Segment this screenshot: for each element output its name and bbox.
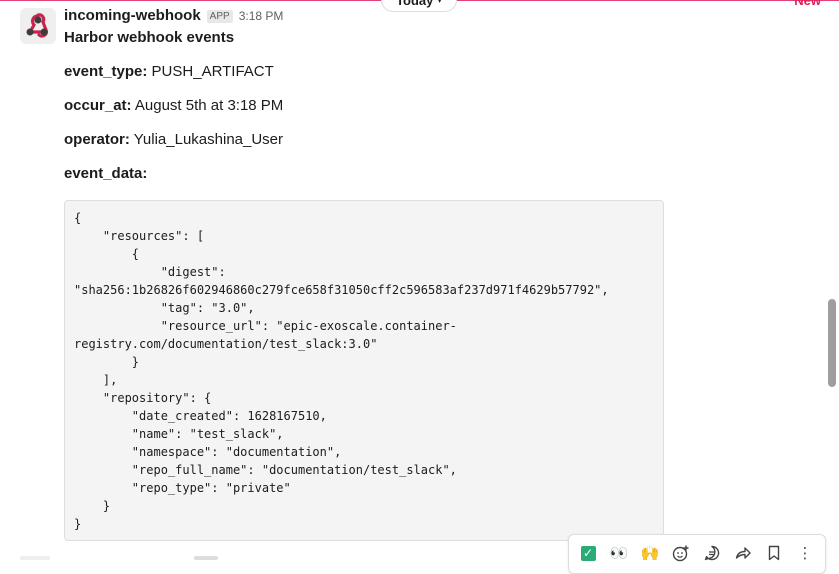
field-event-type: event_type: PUSH_ARTIFACT <box>64 63 274 80</box>
save-message-button[interactable] <box>761 543 787 563</box>
new-messages-label: New <box>794 0 821 8</box>
share-message-button[interactable] <box>730 543 756 563</box>
app-badge: APP <box>206 10 233 23</box>
sender-name[interactable]: incoming-webhook <box>64 7 201 24</box>
react-raised-hands-button[interactable]: 🙌 <box>637 543 663 563</box>
more-vertical-icon: ⋮ <box>797 545 813 562</box>
share-icon <box>735 547 751 559</box>
date-divider-label: Today <box>396 0 434 8</box>
eyes-icon: 👀 <box>609 545 629 562</box>
field-key: event_data: <box>64 165 148 182</box>
field-key: event_type: <box>64 63 148 80</box>
react-check-button[interactable]: ✓ <box>575 543 601 563</box>
field-key: occur_at: <box>64 97 132 114</box>
add-reaction-button[interactable] <box>668 543 694 563</box>
message-timestamp[interactable]: 3:18 PM <box>239 9 284 23</box>
next-message-badge <box>194 556 218 560</box>
message-actions-toolbar: ✓ 👀 🙌 ⋮ <box>568 534 826 574</box>
raised-hands-icon: 🙌 <box>640 545 660 562</box>
next-message-avatar <box>20 556 50 560</box>
reply-thread-icon <box>704 545 720 561</box>
check-icon: ✓ <box>580 545 596 561</box>
avatar[interactable] <box>20 8 56 44</box>
field-value: August 5th at 3:18 PM <box>134 97 284 114</box>
code-block: { "resources": [ { "digest": "sha256:1b2… <box>64 200 664 541</box>
webhook-icon <box>26 13 49 38</box>
scrollbar-thumb[interactable] <box>828 299 836 387</box>
field-occur-at: occur_at: August 5th at 3:18 PM <box>64 97 283 114</box>
chevron-down-icon: ▾ <box>437 0 442 5</box>
reply-thread-button[interactable] <box>699 543 725 563</box>
bookmark-icon <box>768 545 780 561</box>
field-value: Yulia_Lukashina_User <box>133 131 284 148</box>
field-event-data: event_data: <box>64 165 147 182</box>
react-eyes-button[interactable]: 👀 <box>606 543 632 563</box>
field-key: operator: <box>64 131 130 148</box>
field-operator: operator: Yulia_Lukashina_User <box>64 131 283 148</box>
date-divider-button[interactable]: Today ▾ <box>381 0 457 12</box>
message-title: Harbor webhook events <box>64 29 235 46</box>
message-header: incoming-webhook APP 3:18 PM <box>64 7 283 24</box>
more-actions-button[interactable]: ⋮ <box>792 543 818 563</box>
add-reaction-icon <box>672 545 689 562</box>
field-value: PUSH_ARTIFACT <box>151 63 274 80</box>
